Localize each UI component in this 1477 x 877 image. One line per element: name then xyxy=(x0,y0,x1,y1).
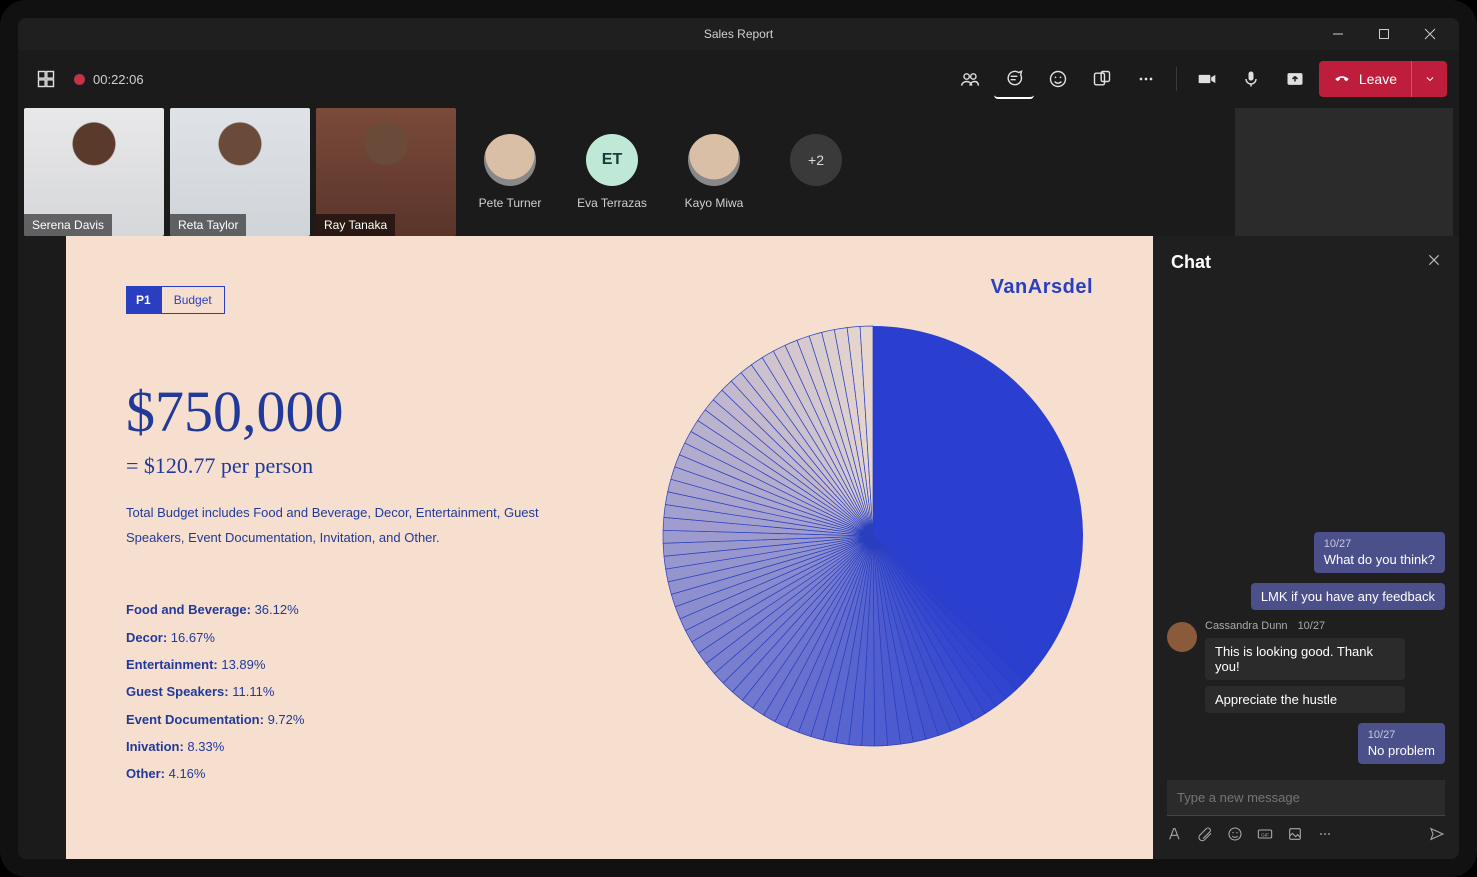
mic-icon xyxy=(1241,69,1261,89)
emoji-button[interactable] xyxy=(1227,826,1243,847)
slide-tag-code: P1 xyxy=(126,286,161,314)
sticker-button[interactable] xyxy=(1287,826,1303,847)
svg-text:GIF: GIF xyxy=(1261,832,1269,837)
sticker-icon xyxy=(1287,826,1303,842)
chat-bubble: Appreciate the hustle xyxy=(1205,686,1405,713)
presenter-video[interactable] xyxy=(1235,108,1453,236)
chat-panel: Chat 10/27What do you think? LMK if you h… xyxy=(1153,236,1459,859)
more-actions-button[interactable] xyxy=(1126,59,1166,99)
format-button[interactable] xyxy=(1167,826,1183,847)
recording-timer: 00:22:06 xyxy=(93,72,144,87)
chat-input[interactable] xyxy=(1167,780,1445,816)
participant-avatar[interactable]: Pete Turner xyxy=(462,108,558,236)
grid-icon xyxy=(36,69,56,89)
window-title: Sales Report xyxy=(704,27,773,41)
participant-name: Ray Tanaka xyxy=(316,214,395,236)
hangup-icon xyxy=(1333,70,1351,88)
participant-name: Reta Taylor xyxy=(170,214,246,236)
chat-bubble: This is looking good. Thank you! xyxy=(1205,638,1405,680)
participant-avatar[interactable]: ET Eva Terrazas xyxy=(564,108,660,236)
reactions-button[interactable] xyxy=(1038,59,1078,99)
avatar-photo-icon xyxy=(688,134,740,186)
people-icon xyxy=(960,69,980,89)
layout-grid-button[interactable] xyxy=(30,63,62,95)
chat-icon xyxy=(1004,68,1024,88)
emoji-icon xyxy=(1227,826,1243,842)
participant-video[interactable]: Ray Tanaka xyxy=(316,108,456,236)
participant-video[interactable]: Serena Davis xyxy=(24,108,164,236)
format-icon xyxy=(1167,826,1183,842)
mic-button[interactable] xyxy=(1231,59,1271,99)
pie-chart-svg xyxy=(653,316,1093,756)
share-screen-button[interactable] xyxy=(1275,59,1315,99)
rooms-button[interactable] xyxy=(1082,59,1122,99)
leave-button[interactable]: Leave xyxy=(1319,61,1447,97)
more-icon xyxy=(1317,826,1333,842)
toolbar-divider xyxy=(1176,67,1177,91)
share-icon xyxy=(1285,69,1305,89)
presentation-slide: P1 Budget VanArsdel $750,000 = $120.77 p… xyxy=(66,236,1153,859)
titlebar: Sales Report xyxy=(18,18,1459,50)
send-button[interactable] xyxy=(1429,826,1445,847)
maximize-button[interactable] xyxy=(1361,18,1407,50)
more-compose-button[interactable] xyxy=(1317,826,1333,847)
gif-button[interactable]: GIF xyxy=(1257,826,1273,847)
chat-avatar-icon xyxy=(1167,622,1197,652)
close-icon xyxy=(1427,253,1441,267)
paperclip-icon xyxy=(1197,826,1213,842)
shared-content: P1 Budget VanArsdel $750,000 = $120.77 p… xyxy=(18,236,1153,859)
chat-messages[interactable]: 10/27What do you think? LMK if you have a… xyxy=(1153,281,1459,770)
slide-description: Total Budget includes Food and Beverage,… xyxy=(126,501,546,550)
recording-indicator: 00:22:06 xyxy=(74,72,144,87)
emoji-icon xyxy=(1048,69,1068,89)
chat-button[interactable] xyxy=(994,59,1034,99)
camera-button[interactable] xyxy=(1187,59,1227,99)
participant-name: Kayo Miwa xyxy=(685,196,744,210)
chat-message-mine[interactable]: 10/27No problem xyxy=(1358,723,1445,764)
chat-title: Chat xyxy=(1171,252,1211,273)
participants-button[interactable] xyxy=(950,59,990,99)
legend-item: Other: 4.16% xyxy=(126,760,1093,787)
leave-dropdown[interactable] xyxy=(1411,61,1447,97)
chat-message-other[interactable]: Cassandra Dunn10/27This is looking good.… xyxy=(1167,620,1445,713)
meeting-toolbar: 00:22:06 xyxy=(18,50,1459,108)
slide-tag: P1 Budget xyxy=(126,286,1093,314)
participant-video[interactable]: Reta Taylor xyxy=(170,108,310,236)
slide-brand: VanArsdel xyxy=(991,276,1093,299)
close-button[interactable] xyxy=(1407,18,1453,50)
overflow-count-badge: +2 xyxy=(790,134,842,186)
leave-label: Leave xyxy=(1359,71,1397,87)
budget-pie-chart xyxy=(653,316,1093,756)
participant-avatar[interactable]: Kayo Miwa xyxy=(666,108,762,236)
avatar-initials-icon: ET xyxy=(586,134,638,186)
minimize-button[interactable] xyxy=(1315,18,1361,50)
chevron-down-icon xyxy=(1424,73,1436,85)
participant-name: Serena Davis xyxy=(24,214,112,236)
chat-close-button[interactable] xyxy=(1427,253,1441,272)
more-icon xyxy=(1136,69,1156,89)
participant-overflow[interactable]: +2 xyxy=(768,108,864,236)
participant-name: Pete Turner xyxy=(479,196,542,210)
slide-tag-label: Budget xyxy=(161,286,225,314)
chat-message-mine[interactable]: LMK if you have any feedback xyxy=(1251,583,1445,610)
gif-icon: GIF xyxy=(1257,826,1273,842)
attach-button[interactable] xyxy=(1197,826,1213,847)
send-icon xyxy=(1429,826,1445,842)
chat-message-mine[interactable]: 10/27What do you think? xyxy=(1314,532,1445,573)
record-dot-icon xyxy=(74,74,85,85)
participant-strip: Serena Davis Reta Taylor Ray Tanaka Pete… xyxy=(18,108,1459,236)
participant-name: Eva Terrazas xyxy=(577,196,647,210)
chat-compose: GIF xyxy=(1153,770,1459,859)
avatar-photo-icon xyxy=(484,134,536,186)
camera-icon xyxy=(1197,69,1217,89)
breakout-rooms-icon xyxy=(1092,69,1112,89)
